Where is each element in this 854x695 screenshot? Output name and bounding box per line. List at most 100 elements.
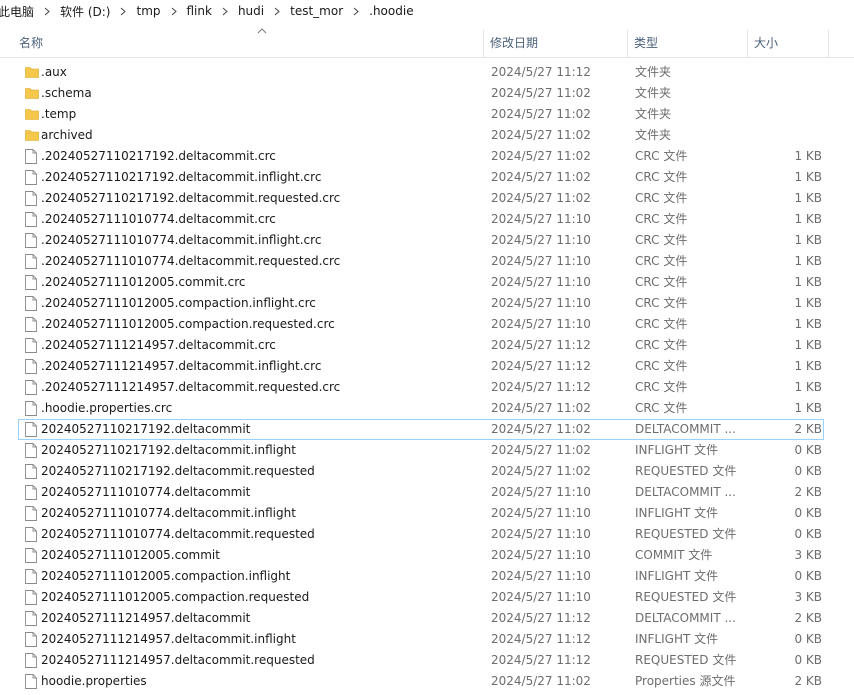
column-header-modified[interactable]: 修改日期	[483, 30, 627, 57]
file-size: 0 KB	[794, 569, 822, 583]
file-type: CRC 文件	[635, 401, 688, 415]
file-modified-date: 2024/5/27 11:12	[491, 338, 591, 352]
file-modified-date: 2024/5/27 11:12	[491, 359, 591, 373]
column-header-type-label: 类型	[634, 36, 659, 50]
file-row[interactable]: 20240527110217192.deltacommit.requested 2…	[0, 461, 854, 482]
file-icon	[25, 398, 39, 419]
file-name: hoodie.properties	[41, 674, 147, 688]
breadcrumb-chevron-icon[interactable]	[214, 4, 236, 18]
file-icon	[25, 545, 39, 566]
file-row[interactable]: 20240527111214957.deltacommit.inflight 20…	[0, 629, 854, 650]
file-name: 20240527110217192.deltacommit.inflight	[41, 443, 296, 457]
file-row[interactable]: .20240527111012005.commit.crc 2024/5/27 1…	[0, 272, 854, 293]
breadcrumb-item[interactable]: tmp	[134, 4, 162, 18]
file-row[interactable]: .20240527111012005.compaction.requested.…	[0, 314, 854, 335]
file-icon	[25, 524, 39, 545]
file-name: .20240527111010774.deltacommit.crc	[41, 212, 276, 226]
file-icon	[25, 293, 39, 314]
file-row[interactable]: .20240527111010774.deltacommit.crc 2024/5…	[0, 209, 854, 230]
file-size: 1 KB	[794, 317, 822, 331]
file-icon	[25, 272, 39, 293]
file-row[interactable]: .schema 2024/5/27 11:02 文件夹	[0, 83, 854, 104]
breadcrumb-chevron-icon[interactable]	[266, 4, 288, 18]
file-row[interactable]: 20240527111012005.commit 2024/5/27 11:10 C…	[0, 545, 854, 566]
file-row[interactable]: 20240527111010774.deltacommit.inflight 20…	[0, 503, 854, 524]
file-row[interactable]: .20240527110217192.deltacommit.requested…	[0, 188, 854, 209]
breadcrumb-item[interactable]: .hoodie	[367, 4, 415, 18]
file-name: .20240527111010774.deltacommit.inflight.…	[41, 233, 322, 247]
column-header-modified-label: 修改日期	[490, 36, 539, 50]
file-size: 0 KB	[794, 632, 822, 646]
column-header-type[interactable]: 类型	[627, 30, 747, 57]
file-row[interactable]: hoodie.properties 2024/5/27 11:02 Properti…	[0, 671, 854, 692]
file-type: INFLIGHT 文件	[635, 632, 719, 646]
file-type: 文件夹	[635, 65, 672, 79]
file-modified-date: 2024/5/27 11:10	[491, 254, 591, 268]
breadcrumb-item[interactable]: flink	[185, 4, 214, 18]
breadcrumb-chevron-icon[interactable]	[163, 4, 185, 18]
file-row[interactable]: .20240527111010774.deltacommit.requested…	[0, 251, 854, 272]
breadcrumb-item[interactable]: hudi	[236, 4, 266, 18]
file-row[interactable]: .20240527111214957.deltacommit.inflight.…	[0, 356, 854, 377]
breadcrumb-chevron-icon[interactable]	[345, 4, 367, 18]
file-modified-date: 2024/5/27 11:02	[491, 401, 591, 415]
file-name: .20240527110217192.deltacommit.inflight.…	[41, 170, 322, 184]
file-size: 1 KB	[794, 149, 822, 163]
file-explorer: 此电脑 软件 (D:) tmp flink hudi test_mor .hoodie 名称…	[0, 0, 854, 695]
file-modified-date: 2024/5/27 11:02	[491, 443, 591, 457]
file-type: DELTACOMMIT ...	[635, 422, 736, 436]
file-modified-date: 2024/5/27 11:10	[491, 527, 591, 541]
breadcrumb-item[interactable]: 此电脑	[0, 3, 36, 20]
file-icon	[25, 251, 39, 272]
file-row[interactable]: 20240527111010774.deltacommit.requested 2…	[0, 524, 854, 545]
file-modified-date: 2024/5/27 11:10	[491, 569, 591, 583]
file-icon	[25, 377, 39, 398]
file-row[interactable]: 20240527111010774.deltacommit 2024/5/27 1…	[0, 482, 854, 503]
file-name: 20240527111010774.deltacommit	[41, 485, 251, 499]
file-row[interactable]: .20240527111214957.deltacommit.requested…	[0, 377, 854, 398]
breadcrumb-chevron-icon[interactable]	[112, 4, 134, 18]
file-modified-date: 2024/5/27 11:02	[491, 128, 591, 142]
file-row[interactable]: 20240527111214957.deltacommit.requested 2…	[0, 650, 854, 671]
file-icon	[25, 650, 39, 671]
folder-icon	[25, 62, 39, 83]
file-type: 文件夹	[635, 128, 672, 142]
file-name: 20240527110217192.deltacommit	[41, 422, 251, 436]
file-icon	[25, 503, 39, 524]
file-type: CRC 文件	[635, 191, 688, 205]
file-icon	[25, 167, 39, 188]
file-row[interactable]: .20240527111214957.deltacommit.crc 2024/5…	[0, 335, 854, 356]
file-row[interactable]: 20240527110217192.deltacommit.inflight 20…	[0, 440, 854, 461]
file-row[interactable]: .temp 2024/5/27 11:02 文件夹	[0, 104, 854, 125]
file-row[interactable]: .20240527110217192.deltacommit.inflight.…	[0, 167, 854, 188]
file-type: INFLIGHT 文件	[635, 443, 719, 457]
file-row[interactable]: .aux 2024/5/27 11:12 文件夹	[0, 62, 854, 83]
file-row[interactable]: 20240527111012005.compaction.requested 20…	[0, 587, 854, 608]
column-header-size[interactable]: 大小	[747, 30, 829, 57]
folder-icon	[25, 104, 39, 125]
file-name: .20240527111012005.compaction.requested.…	[41, 317, 335, 331]
file-name: .schema	[41, 86, 92, 100]
file-row[interactable]: .hoodie.properties.crc 2024/5/27 11:02 CRC…	[0, 398, 854, 419]
column-header-name[interactable]: 名称	[13, 28, 483, 57]
file-type: Properties 源文件	[635, 674, 736, 688]
file-type: INFLIGHT 文件	[635, 569, 719, 583]
file-type: CRC 文件	[635, 212, 688, 226]
file-row[interactable]: .20240527111012005.compaction.inflight.c…	[0, 293, 854, 314]
file-row[interactable]: 20240527111012005.compaction.inflight 202…	[0, 566, 854, 587]
breadcrumb-chevron-icon[interactable]	[36, 4, 58, 18]
file-size: 1 KB	[794, 212, 822, 226]
file-modified-date: 2024/5/27 11:12	[491, 65, 591, 79]
file-row[interactable]: 20240527110217192.deltacommit 2024/5/27 1…	[18, 419, 824, 440]
file-modified-date: 2024/5/27 11:12	[491, 653, 591, 667]
file-row[interactable]: archived 2024/5/27 11:02 文件夹	[0, 125, 854, 146]
breadcrumb-item[interactable]: 软件 (D:)	[58, 3, 112, 20]
file-name: 20240527111012005.commit	[41, 548, 220, 562]
file-icon	[25, 146, 39, 167]
file-row[interactable]: 20240527111214957.deltacommit 2024/5/27 1…	[0, 608, 854, 629]
file-row[interactable]: .20240527110217192.deltacommit.crc 2024/5…	[0, 146, 854, 167]
breadcrumb-item[interactable]: test_mor	[288, 4, 345, 18]
file-modified-date: 2024/5/27 11:02	[491, 674, 591, 688]
file-name: .20240527111214957.deltacommit.requested…	[41, 380, 341, 394]
file-row[interactable]: .20240527111010774.deltacommit.inflight.…	[0, 230, 854, 251]
